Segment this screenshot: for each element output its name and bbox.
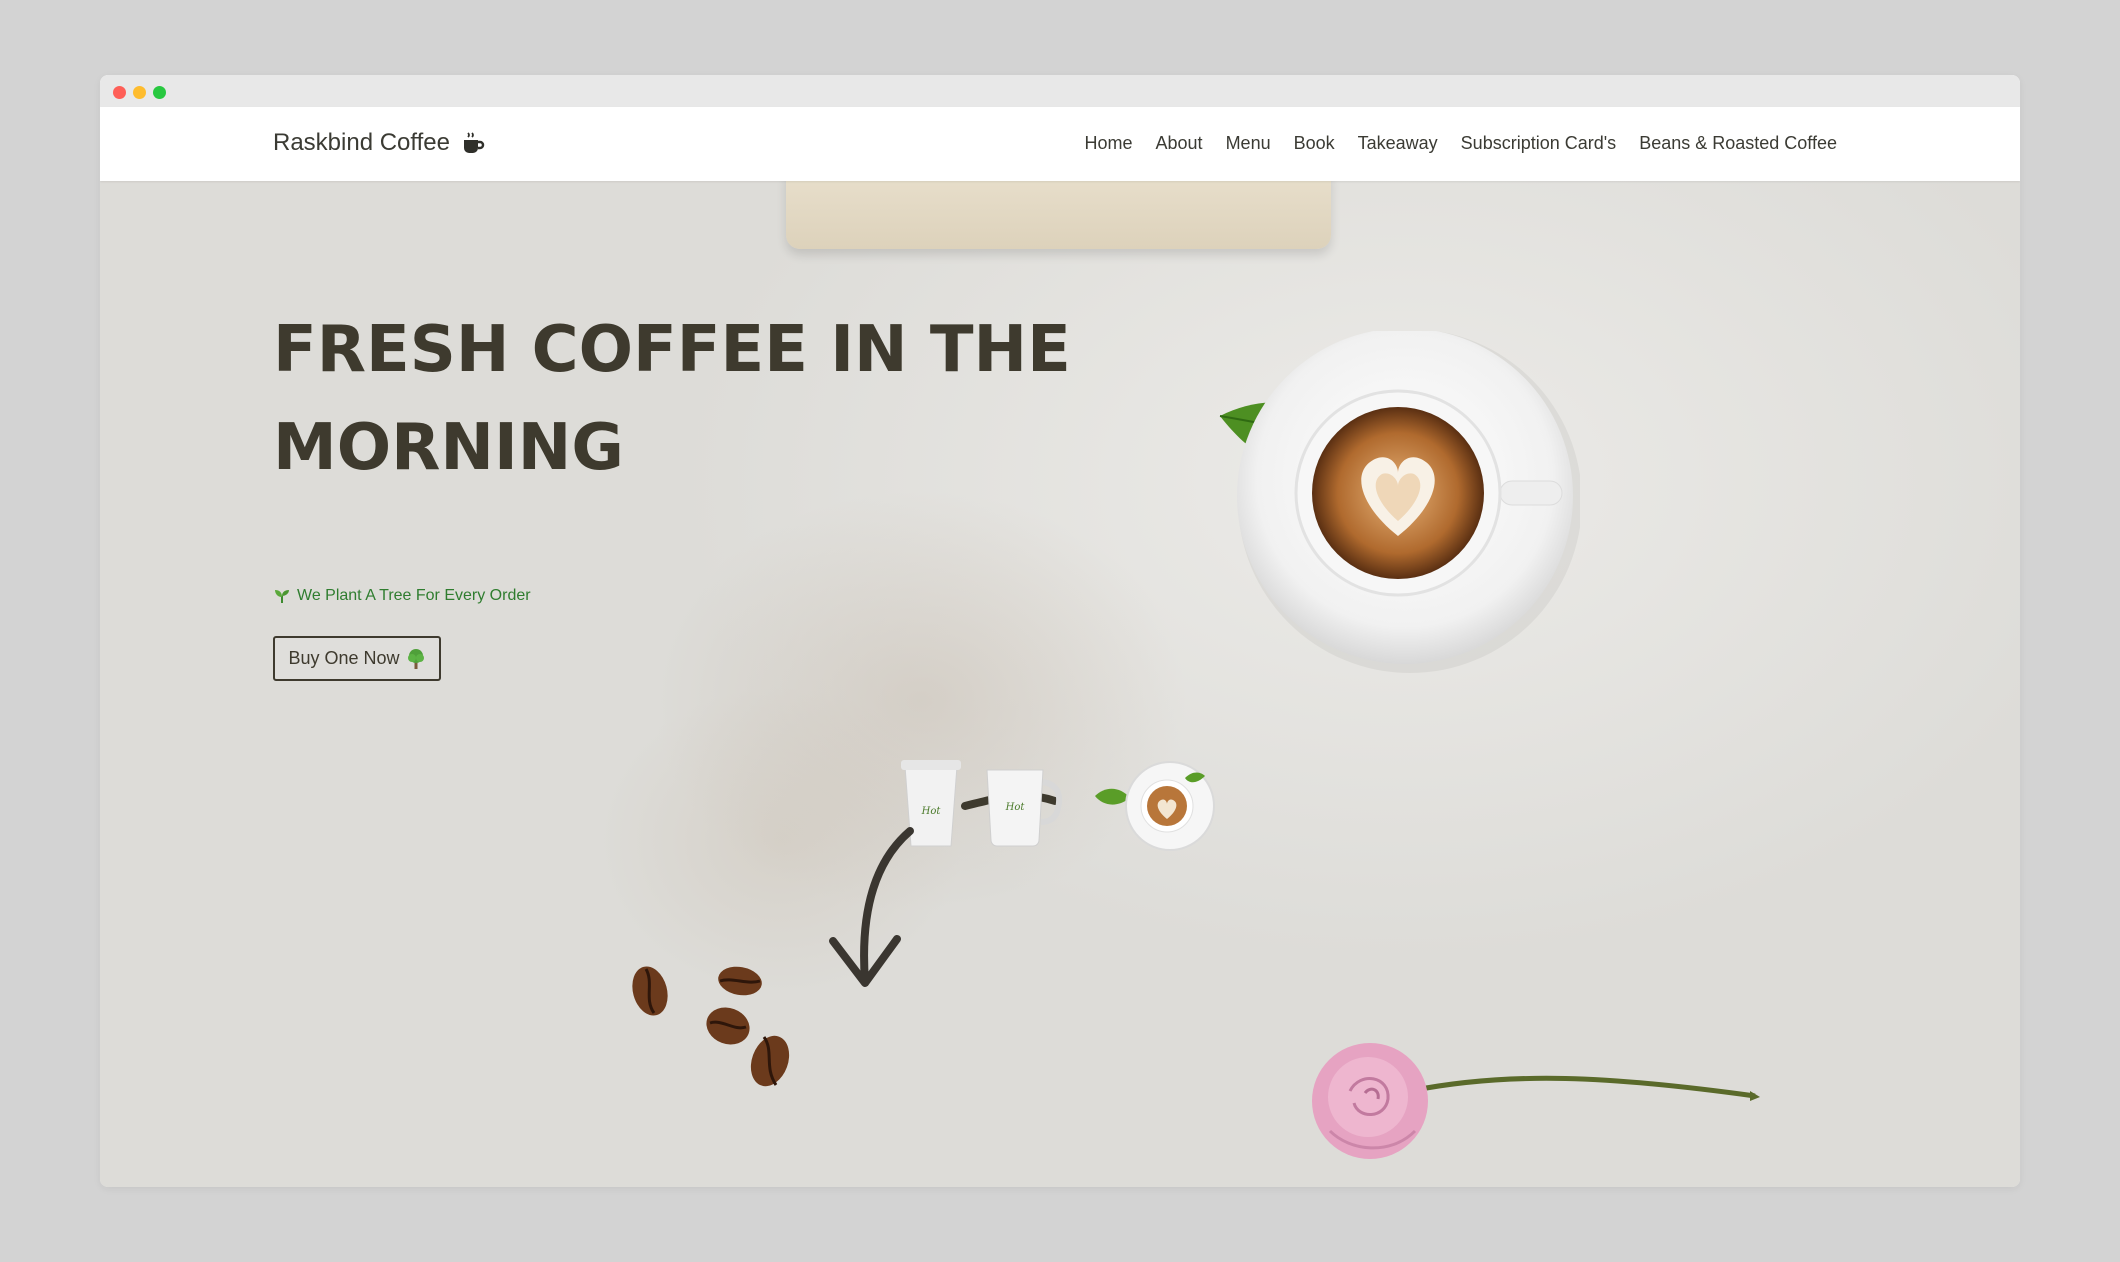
coffee-cup-image	[1219, 331, 1580, 673]
coffee-beans-image	[632, 966, 790, 1087]
browser-window: Raskbind Coffee Home About Menu Book Tak…	[100, 75, 2020, 1187]
svg-text:Hot: Hot	[1005, 802, 1026, 813]
maximize-window-button[interactable]	[153, 86, 166, 99]
site-navbar: Raskbind Coffee Home About Menu Book Tak…	[100, 107, 2020, 181]
takeaway-cups-image: Hot Hot	[901, 760, 1215, 851]
buy-one-now-button[interactable]: Buy One Now	[273, 636, 441, 681]
hero-headline: FRESH COFFEE IN THE MORNING	[273, 313, 1071, 485]
nav-beans-roasted-coffee[interactable]: Beans & Roasted Coffee	[1639, 133, 1837, 154]
curved-arrow-graphic	[829, 827, 914, 987]
main-nav: Home About Menu Book Takeaway Subscripti…	[1085, 133, 1838, 154]
tagline-text: We Plant A Tree For Every Order	[297, 587, 531, 604]
svg-text:Hot: Hot	[921, 806, 942, 817]
burlap-bag-image	[786, 181, 1331, 249]
hero-section: FRESH COFFEE IN THE MORNING We Plant A T…	[100, 181, 2020, 1187]
seedling-icon	[275, 590, 289, 603]
nav-subscription-cards[interactable]: Subscription Card's	[1461, 133, 1617, 154]
nav-takeaway[interactable]: Takeaway	[1358, 133, 1438, 154]
coffee-cup-icon	[464, 132, 485, 153]
nav-menu[interactable]: Menu	[1226, 133, 1271, 154]
window-titlebar	[100, 75, 2020, 107]
hero-tagline: We Plant A Tree For Every Order	[273, 587, 531, 605]
brand-name: Raskbind Coffee	[273, 129, 450, 156]
nav-home[interactable]: Home	[1085, 133, 1133, 154]
nav-book[interactable]: Book	[1294, 133, 1335, 154]
buy-button-label: Buy One Now	[288, 648, 400, 668]
minimize-window-button[interactable]	[133, 86, 146, 99]
tree-icon	[407, 648, 424, 669]
close-window-button[interactable]	[113, 86, 126, 99]
brand-logo[interactable]: Raskbind Coffee	[273, 129, 486, 157]
nav-about[interactable]: About	[1156, 133, 1203, 154]
pink-rose-image	[1312, 1043, 1760, 1159]
